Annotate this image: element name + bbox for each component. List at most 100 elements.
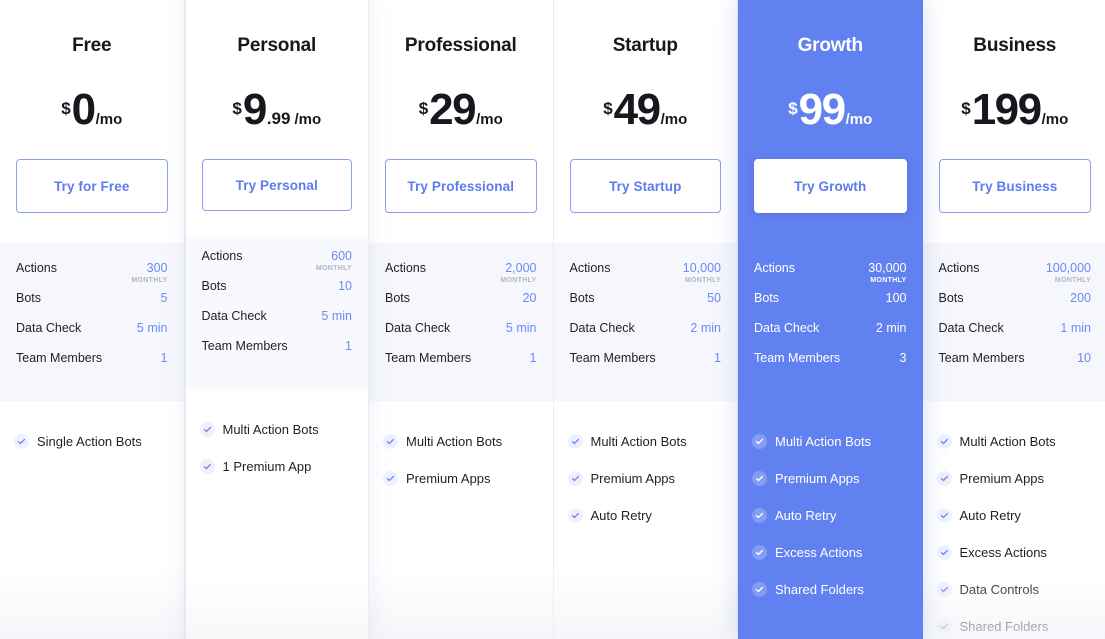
stat-value: 200: [1070, 291, 1091, 305]
feature-item: Excess Actions: [936, 534, 1094, 571]
check-icon: [936, 471, 952, 486]
plan-column-startup: Startup $49/mo Try Startup Actions 10,000 MON…: [553, 0, 738, 639]
try-growth-button[interactable]: Try Growth: [754, 159, 907, 213]
feature-label: Premium Apps: [775, 471, 860, 486]
feature-item: Excess Actions: [752, 534, 909, 571]
check-icon: [567, 434, 583, 449]
stat-sublabel: MONTHLY: [684, 276, 721, 284]
plan-features: Single Action Bots: [0, 401, 184, 639]
check-icon: [14, 434, 29, 449]
check-icon: [199, 422, 215, 437]
stat-value-group: 30,000 MONTHLY: [868, 262, 906, 284]
stat-label: Bots: [569, 291, 595, 305]
plan-header: Personal $9.99/mo Try Personal: [185, 0, 369, 236]
stat-value: 10: [1077, 351, 1091, 365]
check-icon: [936, 582, 952, 597]
check-icon: [936, 508, 952, 523]
stat-row: Team Members 1: [16, 351, 168, 381]
feature-label: Multi Action Bots: [222, 422, 319, 437]
stat-value: 1: [160, 351, 168, 365]
feature-item: 1 Premium App: [199, 448, 355, 485]
feature-label: Multi Action Bots: [959, 434, 1056, 449]
plan-name: Growth: [797, 35, 863, 56]
stat-value: 100: [885, 291, 907, 305]
stat-value: 30,000: [868, 261, 907, 275]
price-amount: 9: [242, 85, 267, 134]
plan-name: Free: [72, 35, 112, 56]
stat-value-group: 1: [530, 352, 537, 365]
price-amount: 49: [613, 85, 661, 134]
stat-value: 2 min: [690, 321, 721, 335]
stat-row: Team Members 1: [202, 339, 353, 369]
price-amount: 0: [71, 85, 96, 134]
try-personal-button[interactable]: Try Personal: [201, 159, 352, 211]
stat-value-group: 5 min: [137, 322, 168, 335]
stat-value-group: 10: [338, 280, 352, 293]
header-spacer: [369, 213, 553, 243]
plan-column-professional: Professional $29/mo Try Professional Action…: [369, 0, 554, 639]
stat-row: Data Check 2 min: [754, 321, 907, 351]
check-icon: [567, 508, 583, 523]
stat-row: Bots 20: [385, 291, 537, 321]
stat-value: 1: [529, 351, 537, 365]
stat-value-group: 600 MONTHLY: [316, 250, 352, 272]
stat-value: 1 min: [1060, 321, 1091, 335]
stat-row: Actions 100,000 MONTHLY: [939, 261, 1092, 291]
price-period: /mo: [1041, 111, 1069, 128]
plan-stats: Actions 100,000 MONTHLY Bots 200 Data Check 1 …: [922, 243, 1105, 401]
stat-value-group: 100,000 MONTHLY: [1046, 262, 1091, 284]
try-professional-button[interactable]: Try Professional: [385, 159, 537, 213]
price-currency-symbol: $: [603, 99, 613, 118]
stat-row: Bots 5: [16, 291, 168, 321]
stat-value: 2 min: [875, 321, 907, 335]
stat-value-group: 5 min: [506, 322, 537, 335]
feature-item: Multi Action Bots: [383, 423, 539, 460]
stat-value-group: 1 min: [1060, 322, 1091, 335]
stat-row: Data Check 1 min: [939, 321, 1092, 351]
feature-label: Shared Folders: [959, 619, 1049, 634]
feature-item: Multi Action Bots: [567, 423, 724, 460]
plan-column-business: Business $199/mo Try Business Actions 100,00…: [922, 0, 1105, 639]
feature-item: Multi Action Bots: [752, 423, 909, 460]
stat-value-group: 3: [900, 352, 907, 365]
stat-sublabel: MONTHLY: [870, 276, 907, 284]
stat-label: Team Members: [16, 351, 103, 365]
header-spacer: [923, 213, 1105, 243]
stat-row: Bots 50: [570, 291, 722, 321]
stat-sublabel: MONTHLY: [1054, 276, 1091, 284]
cta-container: Try Growth: [738, 159, 923, 213]
check-icon: [936, 434, 952, 449]
stat-value-group: 10,000 MONTHLY: [683, 262, 721, 284]
stat-value: 2,000: [505, 261, 537, 275]
price-period: /mo: [845, 111, 873, 128]
feature-label: Multi Action Bots: [406, 434, 503, 449]
feature-label: Shared Folders: [775, 582, 864, 597]
price-amount: 29: [429, 85, 476, 134]
feature-item: Auto Retry: [936, 497, 1094, 534]
stat-value: 5 min: [505, 321, 537, 335]
price-amount: 199: [971, 85, 1042, 134]
plan-features: Multi Action Bots Premium Apps: [369, 401, 553, 639]
try-business-button[interactable]: Try Business: [938, 159, 1091, 213]
stat-label: Data Check: [201, 309, 267, 323]
stat-label: Actions: [201, 249, 243, 263]
stat-value: 5 min: [321, 309, 352, 323]
stat-value-group: 5 min: [321, 310, 352, 323]
try-startup-button[interactable]: Try Startup: [569, 159, 721, 213]
header-spacer: [186, 211, 369, 236]
stat-label: Data Check: [16, 321, 82, 335]
cta-container: Try Professional: [369, 159, 553, 213]
stat-row: Data Check 5 min: [202, 309, 353, 339]
try-free-button[interactable]: Try for Free: [16, 159, 168, 213]
stat-value-group: 300 MONTHLY: [131, 262, 167, 284]
header-spacer: [554, 213, 738, 243]
plan-header: Growth $99/mo Try Growth: [738, 0, 923, 243]
stat-label: Team Members: [938, 351, 1025, 365]
stat-label: Actions: [938, 261, 980, 275]
feature-item: Premium Apps: [936, 460, 1094, 497]
check-icon: [752, 434, 767, 449]
plan-column-personal: Personal $9.99/mo Try Personal Actions 600 MO…: [184, 0, 369, 639]
stat-value-group: 2 min: [690, 322, 721, 335]
feature-label: Auto Retry: [959, 508, 1021, 523]
feature-label: Excess Actions: [959, 545, 1047, 560]
